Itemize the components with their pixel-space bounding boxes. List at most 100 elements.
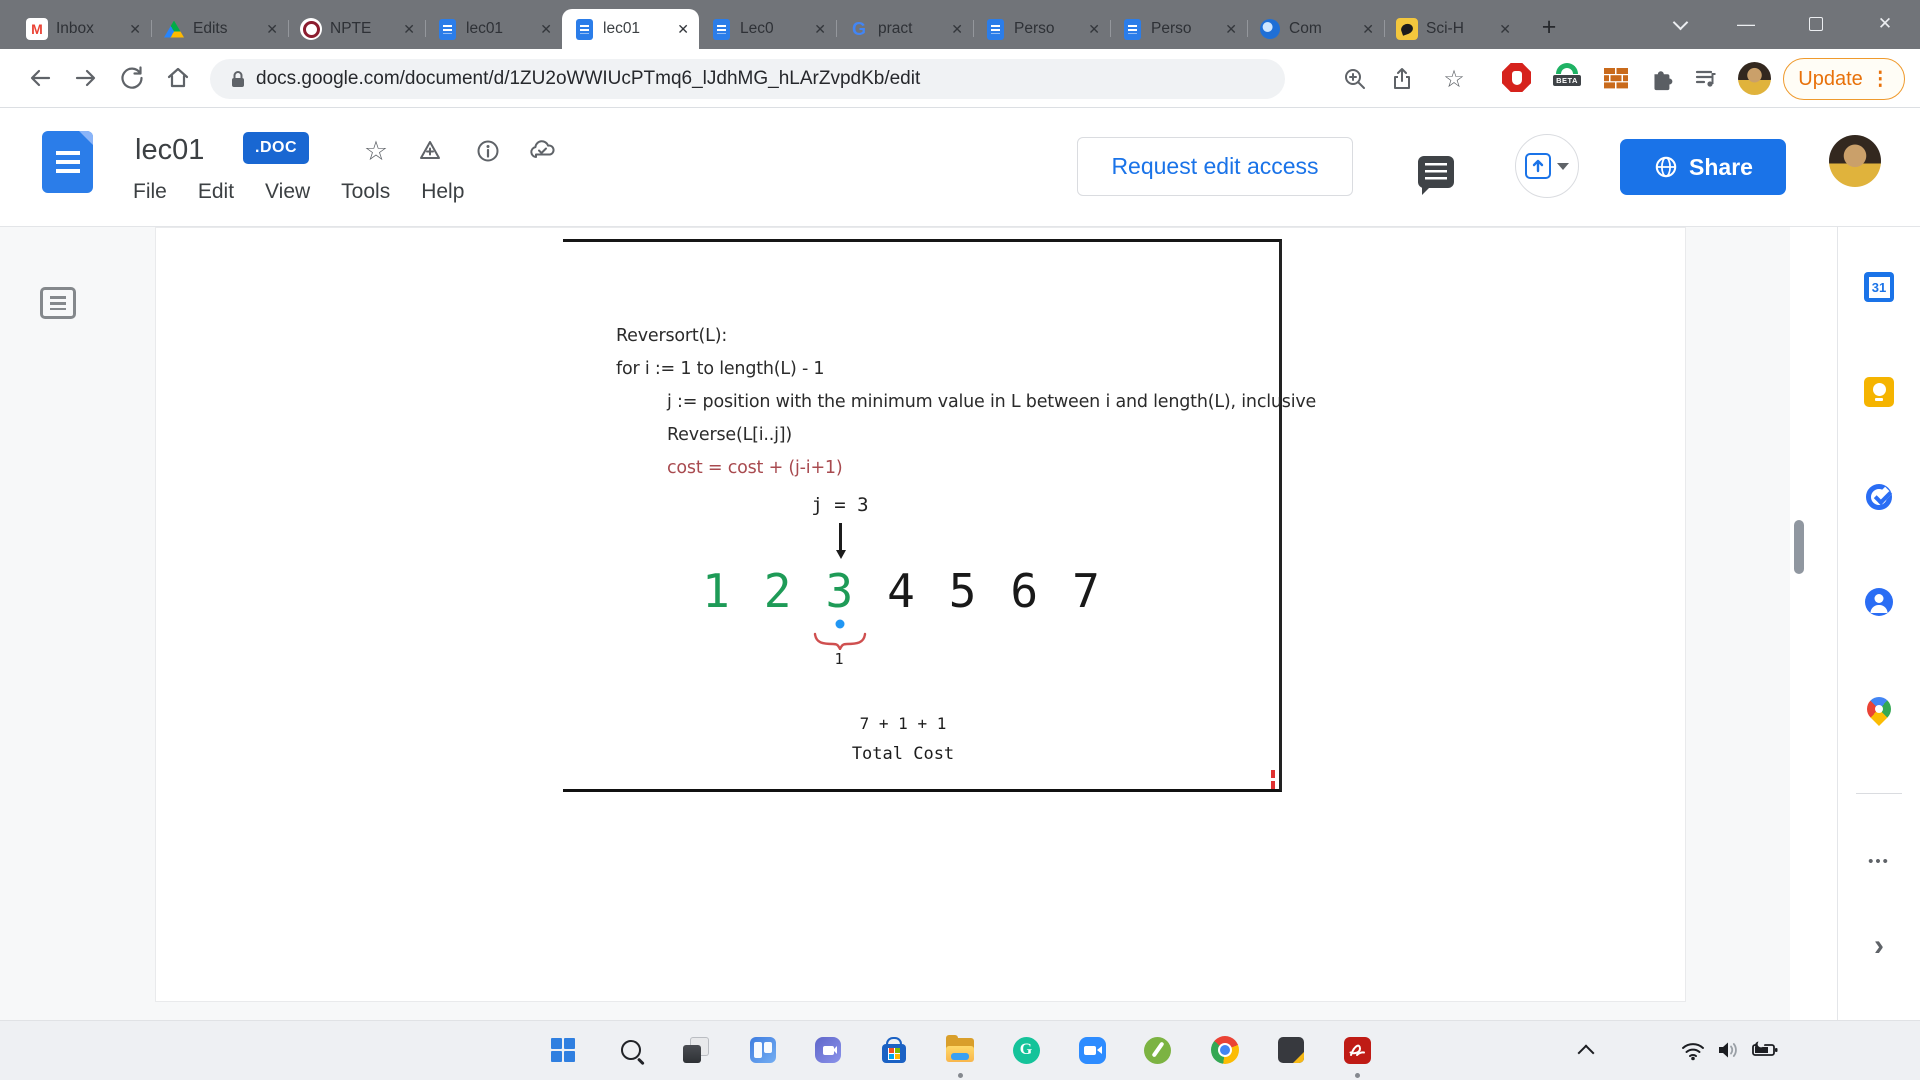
browser-tab[interactable]: Gpract ✕ [836,9,973,49]
maps-icon[interactable] [1862,692,1896,726]
google-docs-logo[interactable] [42,131,93,193]
tab-close-icon[interactable]: ✕ [1362,21,1374,38]
reload-button[interactable] [118,64,146,92]
maximize-button[interactable] [1791,2,1841,46]
browser-tab[interactable]: NPTE ✕ [288,9,425,49]
forward-button[interactable] [72,64,100,92]
beta-extension-icon[interactable]: BETA [1551,63,1583,95]
grammarly-button[interactable]: G [1005,1029,1047,1071]
tab-close-icon[interactable]: ✕ [1225,21,1237,38]
start-button[interactable] [542,1029,584,1071]
editing-mode-button[interactable] [1515,134,1579,198]
tasks-icon[interactable] [1863,481,1895,513]
calendar-icon[interactable]: 31 [1863,271,1895,303]
zoom-app-button[interactable] [1071,1029,1113,1071]
scrollbar-thumb[interactable] [1794,520,1804,574]
microsoft-store-button[interactable] [873,1029,915,1071]
media-playlist-button[interactable] [1691,63,1721,93]
drive-favicon [163,18,185,40]
pointer-label: j = 3 [811,494,869,516]
menu-file[interactable]: File [133,180,167,204]
browser-tab[interactable]: Com ✕ [1247,9,1384,49]
browser-tab-active[interactable]: lec01 ✕ [562,9,699,49]
taskbar-search-button[interactable] [610,1029,652,1071]
page-scrollbar[interactable] [1790,227,1837,1020]
share-button[interactable]: Share [1620,139,1786,195]
star-document-button[interactable]: ☆ [361,136,391,166]
battery-button[interactable] [1744,1029,1786,1071]
new-tab-button[interactable]: + [1533,12,1565,42]
menu-view[interactable]: View [265,180,310,204]
browser-tab[interactable]: Perso ✕ [1110,9,1247,49]
google-side-panel: 31 ••• › [1837,227,1920,1020]
volume-button[interactable] [1707,1029,1749,1071]
teams-chat-button[interactable] [807,1029,849,1071]
extensions-button[interactable] [1646,63,1676,93]
browser-tab[interactable]: Edits ✕ [151,9,288,49]
adblock-extension-icon[interactable] [1502,63,1531,92]
share-page-button[interactable] [1389,65,1417,93]
wall-extension-icon[interactable] [1601,63,1631,93]
back-button[interactable] [26,64,54,92]
windows-logo-icon [551,1038,575,1062]
browser-tab[interactable]: Sci-H ✕ [1384,9,1521,49]
file-explorer-button[interactable] [939,1029,981,1071]
address-bar[interactable]: docs.google.com/document/d/1ZU2oWWIUcPTm… [210,59,1285,99]
save-status-button[interactable] [528,136,558,166]
tab-close-icon[interactable]: ✕ [1499,21,1511,38]
tab-close-icon[interactable]: ✕ [951,21,963,38]
minimize-button[interactable]: — [1721,2,1771,46]
caret-down-icon [1557,162,1569,170]
keep-icon[interactable] [1863,376,1895,408]
home-button[interactable] [164,64,192,92]
tab-search-button[interactable] [1655,2,1705,46]
document-title[interactable]: lec01 [135,134,204,167]
document-status-button[interactable] [473,136,503,166]
tab-close-icon[interactable]: ✕ [1088,21,1100,38]
menu-edit[interactable]: Edit [198,180,234,204]
close-window-button[interactable]: ✕ [1860,2,1910,46]
lock-icon[interactable] [228,69,248,89]
browser-tab[interactable]: Lec0 ✕ [699,9,836,49]
tab-close-icon[interactable]: ✕ [814,21,826,38]
chrome-update-button[interactable]: Update ⋮ [1783,58,1905,100]
info-icon [477,140,499,162]
task-view-button[interactable] [675,1029,717,1071]
browser-tab[interactable]: Inbox ✕ [14,9,151,49]
browser-profile-avatar[interactable] [1738,62,1771,95]
request-edit-access-button[interactable]: Request edit access [1077,137,1353,196]
docs-account-avatar[interactable] [1829,135,1881,187]
speaker-icon [1719,1042,1737,1058]
tab-close-icon[interactable]: ✕ [266,21,278,38]
acrobat-button[interactable] [1336,1029,1378,1071]
menu-tools[interactable]: Tools [341,180,390,204]
scihub-favicon [1396,18,1418,40]
task-view-icon [683,1037,709,1063]
code-line: Reversort(L): [616,326,728,346]
tab-close-icon[interactable]: ✕ [677,21,689,38]
sticky-notes-button[interactable] [1270,1029,1312,1071]
wifi-icon [1682,1043,1704,1061]
show-outline-button[interactable] [40,287,76,319]
tab-close-icon[interactable]: ✕ [540,21,552,38]
url-text[interactable]: docs.google.com/document/d/1ZU2oWWIUcPTm… [256,59,920,99]
menu-help[interactable]: Help [421,180,464,204]
pen-app-button[interactable] [1136,1029,1178,1071]
browser-tab[interactable]: lec01 ✕ [425,9,562,49]
widgets-button[interactable] [742,1029,784,1071]
chrome-button[interactable] [1204,1029,1246,1071]
more-addons-button[interactable]: ••• [1868,853,1890,870]
share-label: Share [1689,153,1753,180]
comments-button[interactable] [1418,156,1454,195]
tab-close-icon[interactable]: ✕ [129,21,141,38]
move-to-drive-button[interactable] [415,136,445,166]
document-canvas: Reversort(L): for i := 1 to length(L) - 1… [0,227,1790,1020]
hide-panel-button[interactable]: › [1874,929,1884,963]
bookmark-star-button[interactable]: ☆ [1440,65,1468,93]
zoom-level-button[interactable] [1341,65,1369,93]
tray-expand-button[interactable] [1565,1029,1607,1071]
update-label: Update [1798,67,1863,90]
browser-tab[interactable]: Perso ✕ [973,9,1110,49]
contacts-icon[interactable] [1863,586,1895,618]
tab-close-icon[interactable]: ✕ [403,21,415,38]
